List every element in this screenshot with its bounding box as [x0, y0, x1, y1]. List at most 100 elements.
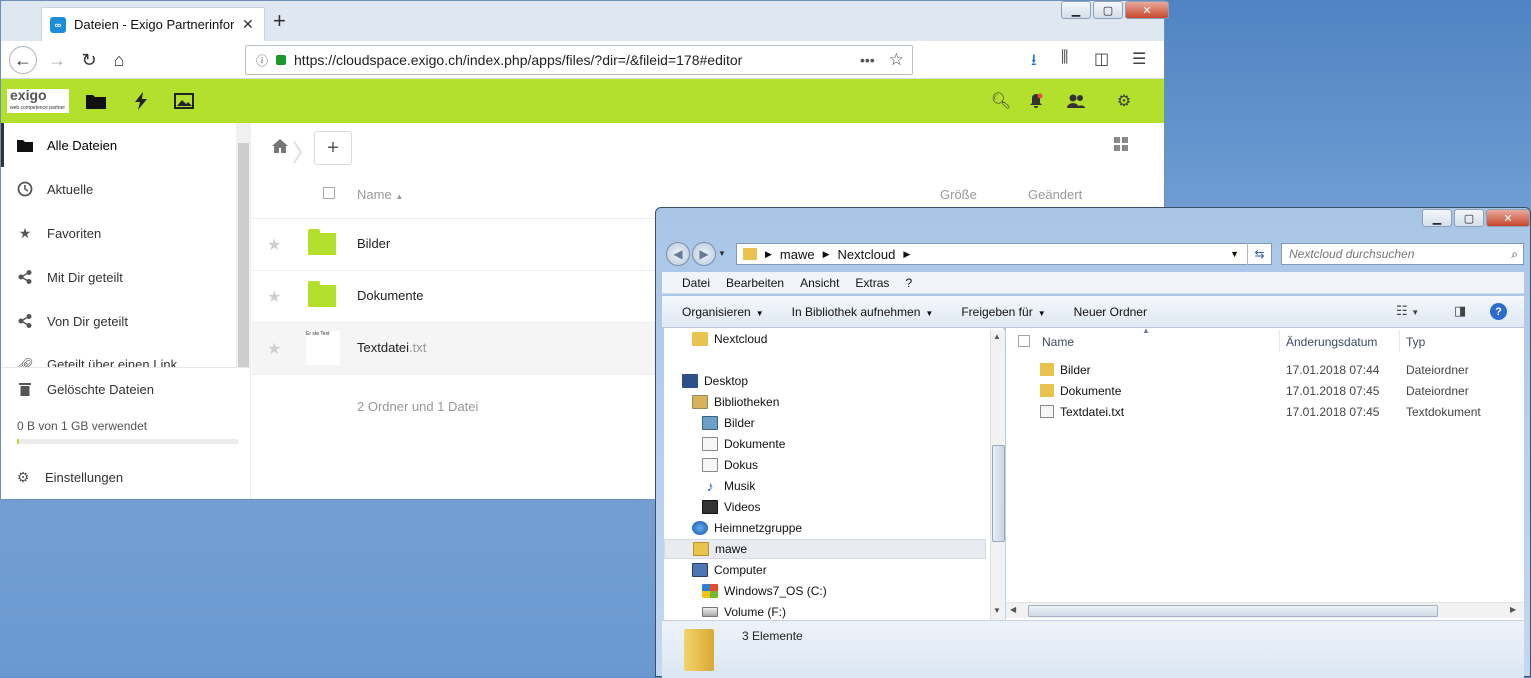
bookmark-star-icon[interactable]: ☆ [889, 50, 904, 70]
scrollbar-thumb[interactable] [1028, 605, 1438, 617]
tree-item-pictures[interactable]: Bilder [702, 413, 755, 433]
sidebar-item-shared-by-link[interactable]: 🔗︎ Geteilt über einen Link [1, 343, 236, 368]
forward-button[interactable]: ▶ [692, 242, 716, 266]
new-tab-button[interactable]: + [273, 10, 286, 32]
notifications-icon[interactable] [1026, 91, 1046, 111]
menu-item-edit[interactable]: Bearbeiten [726, 276, 784, 290]
maximize-button[interactable]: ▢ [1454, 209, 1484, 227]
tree-item-homegroup[interactable]: Heimnetzgruppe [692, 518, 802, 538]
refresh-icon[interactable]: ⇆ [1247, 243, 1271, 265]
menu-item-tools[interactable]: Extras [855, 276, 889, 290]
menu-item-file[interactable]: Datei [682, 276, 710, 290]
home-breadcrumb-icon[interactable] [272, 139, 288, 158]
recent-pages-icon[interactable]: ▼ [718, 249, 726, 258]
files-app-icon[interactable] [85, 91, 107, 111]
list-item[interactable]: Bilder 17.01.2018 07:44 Dateiordner [1006, 360, 1524, 380]
settings-gear-icon[interactable]: ⚙ [1114, 91, 1134, 111]
back-button[interactable]: ← [9, 46, 37, 74]
horizontal-scrollbar[interactable]: ◀ ▶ [1006, 602, 1524, 618]
gallery-app-icon[interactable] [173, 91, 195, 111]
list-item[interactable]: Dokumente 17.01.2018 07:45 Dateiordner [1006, 381, 1524, 401]
menu-item-view[interactable]: Ansicht [800, 276, 839, 290]
tab-close-icon[interactable]: ✕ [242, 16, 254, 33]
column-name-header[interactable]: Name [1042, 335, 1074, 349]
favorite-star-icon[interactable]: ★ [267, 287, 281, 307]
favorite-star-icon[interactable]: ★ [267, 339, 281, 359]
minimize-button[interactable]: ▁ [1061, 1, 1091, 19]
menu-icon[interactable]: ☰ [1132, 49, 1146, 69]
file-name[interactable]: Bilder [357, 236, 390, 251]
downloads-icon[interactable]: ⭳ [1031, 49, 1037, 76]
search-input[interactable]: Nextcloud durchsuchen ⌕ [1281, 243, 1524, 265]
sidebar-item-all-files[interactable]: Alle Dateien [1, 123, 236, 167]
sidebar-item-recent[interactable]: Aktuelle [1, 167, 236, 211]
view-options-icon[interactable]: ☷ ▼ [1396, 303, 1419, 319]
file-name[interactable]: Dokumente [357, 288, 423, 303]
library-icon[interactable]: ⫼ [1061, 49, 1068, 67]
tree-item-f-drive[interactable]: Volume (F:) [702, 602, 786, 620]
url-bar[interactable]: ⓘ https://cloudspace.exigo.ch/index.php/… [245, 45, 913, 75]
minimize-button[interactable]: ▁ [1422, 209, 1452, 227]
tree-item-mawe[interactable]: mawe [664, 539, 986, 559]
sidebar-item-favorites[interactable]: ★ Favoriten [1, 211, 236, 255]
back-button[interactable]: ◀ [666, 242, 690, 266]
sidebar-item-shared-by-you[interactable]: Von Dir geteilt [1, 299, 236, 343]
file-name[interactable]: Textdatei.txt [357, 340, 426, 355]
search-icon[interactable]: ⌕ [1511, 247, 1518, 262]
grid-view-icon[interactable] [1114, 137, 1128, 156]
scroll-left-icon[interactable]: ◀ [1010, 605, 1016, 614]
tree-item-dokus[interactable]: Dokus [702, 455, 758, 475]
browser-tab[interactable]: ∞ Dateien - Exigo Partnerinformat ✕ [41, 7, 265, 41]
column-date-header[interactable]: Änderungsdatum [1286, 335, 1377, 349]
tree-item-documents[interactable]: Dokumente [702, 434, 785, 454]
tree-item-nextcloud[interactable]: Nextcloud [692, 329, 767, 349]
favorite-star-icon[interactable]: ★ [267, 235, 281, 255]
select-all-checkbox[interactable] [323, 187, 335, 199]
breadcrumb-item[interactable]: mawe [780, 247, 815, 262]
tree-item-computer[interactable]: Computer [692, 560, 767, 580]
select-all-checkbox[interactable] [1018, 335, 1030, 347]
scroll-right-icon[interactable]: ▶ [1510, 605, 1516, 614]
chevron-down-icon[interactable]: ▼ [1230, 249, 1239, 259]
sidebar-item-shared-with-you[interactable]: Mit Dir geteilt [1, 255, 236, 299]
scroll-up-icon[interactable]: ▲ [993, 332, 1001, 341]
scrollbar-thumb[interactable] [992, 445, 1005, 542]
new-button[interactable]: + [314, 131, 352, 165]
list-item[interactable]: Textdatei.txt 17.01.2018 07:45 Textdokum… [1006, 402, 1524, 422]
preview-pane-icon[interactable]: ◨ [1454, 303, 1466, 319]
contacts-icon[interactable] [1066, 91, 1086, 111]
home-button[interactable]: ⌂ [105, 46, 133, 74]
tree-item-libraries[interactable]: Bibliotheken [692, 392, 779, 412]
tree-item-c-drive[interactable]: Windows7_OS (C:) [702, 581, 827, 601]
help-button[interactable]: ? [1490, 303, 1507, 320]
page-actions-icon[interactable]: ••• [860, 52, 875, 68]
column-modified-header[interactable]: Geändert [1028, 187, 1082, 202]
tree-item-desktop[interactable]: Desktop [682, 371, 748, 391]
site-info-icon[interactable]: ⓘ [256, 52, 268, 69]
organize-button[interactable]: Organisieren ▼ [662, 305, 778, 319]
activity-app-icon[interactable] [130, 91, 152, 111]
forward-button[interactable]: → [43, 46, 71, 74]
exigo-logo[interactable]: exigo web.competence partner [7, 88, 69, 113]
share-with-button[interactable]: Freigeben für ▼ [947, 305, 1059, 319]
sidebar-icon[interactable]: ◫ [1094, 49, 1109, 69]
menu-item-help[interactable]: ? [905, 276, 912, 290]
reload-button[interactable]: ↻ [75, 46, 103, 74]
settings-button[interactable]: ⚙ Einstellungen [1, 455, 236, 499]
scroll-down-icon[interactable]: ▼ [993, 606, 1001, 615]
close-button[interactable]: ✕ [1125, 1, 1169, 19]
navigation-scrollbar[interactable]: ▲ ▼ [990, 330, 1005, 620]
close-button[interactable]: ✕ [1486, 209, 1530, 227]
column-size-header[interactable]: Größe [940, 187, 977, 202]
address-bar[interactable]: ▶ mawe ▶ Nextcloud ▶ ▼ [736, 243, 1272, 265]
search-icon[interactable]: 🔍︎ [991, 91, 1011, 111]
sidebar-scrollbar[interactable] [236, 123, 251, 368]
tree-item-videos[interactable]: Videos [702, 497, 760, 517]
sidebar-item-deleted-files[interactable]: Gelöschte Dateien [1, 367, 236, 411]
maximize-button[interactable]: ▢ [1093, 1, 1123, 19]
tree-item-music[interactable]: ♪ Musik [702, 476, 756, 496]
column-type-header[interactable]: Typ [1406, 335, 1425, 349]
include-in-library-button[interactable]: In Bibliothek aufnehmen ▼ [778, 305, 948, 319]
column-name-header[interactable]: Name ▲ [357, 187, 403, 202]
breadcrumb-item[interactable]: Nextcloud [838, 247, 896, 262]
